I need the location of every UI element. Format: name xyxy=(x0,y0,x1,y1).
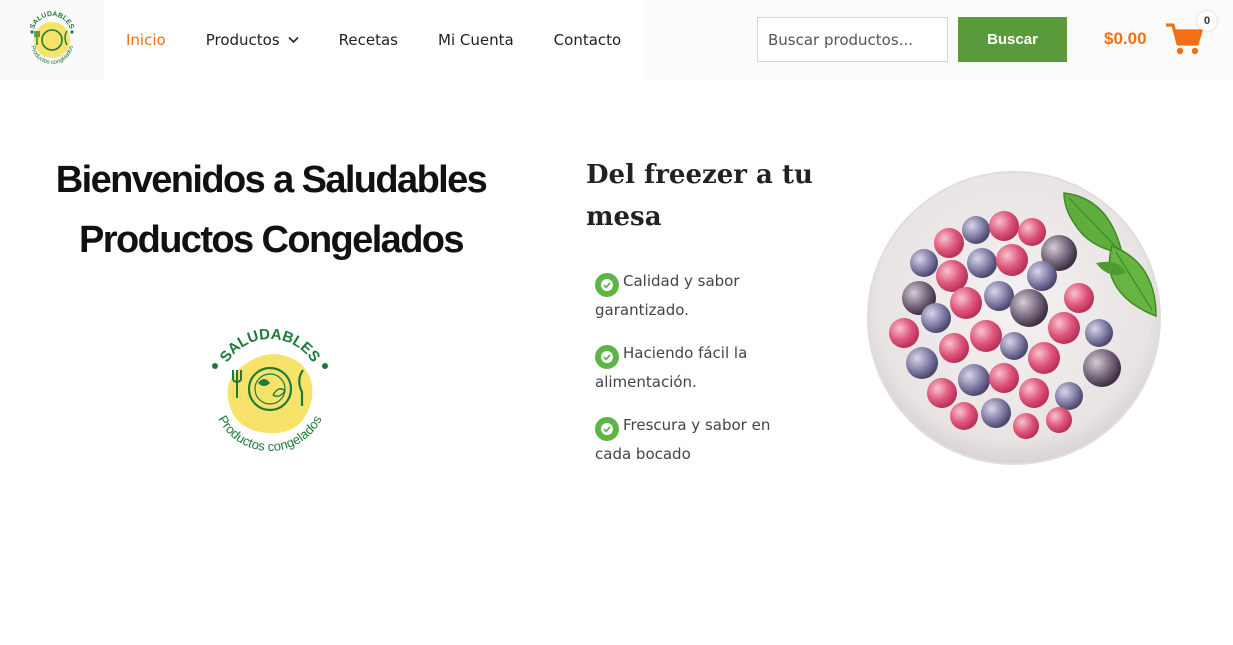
check-circle-icon xyxy=(595,417,619,441)
feature-text-line1: Frescura y sabor en xyxy=(623,416,771,434)
feature-item: Frescura y sabor en cada bocado xyxy=(595,412,795,467)
nav-item-label: Mi Cuenta xyxy=(438,31,514,49)
header-logo[interactable]: SALUDABLES Productos congelados xyxy=(0,0,104,80)
feature-text-line2: garantizado. xyxy=(595,301,689,319)
nav-item-mi-cuenta[interactable]: Mi Cuenta xyxy=(438,31,514,49)
feature-list: Calidad y sabor garantizado. Haciendo fá… xyxy=(595,268,795,484)
header-actions: Buscar $0.00 0 xyxy=(645,0,1233,80)
nav-item-label: Contacto xyxy=(553,31,622,49)
nav-item-label: Productos xyxy=(205,31,280,49)
hero-subtitle-line1: Del freezer a tu xyxy=(586,160,813,190)
feature-text-line1: Haciendo fácil la xyxy=(623,344,748,362)
feature-item: Calidad y sabor garantizado. xyxy=(595,268,795,323)
nav-item-recetas[interactable]: Recetas xyxy=(339,31,398,49)
frozen-berries-bowl-image xyxy=(867,171,1161,465)
cart-count-badge: 0 xyxy=(1197,11,1217,31)
main-nav: Inicio Productos Recetas Mi Cuenta Conta… xyxy=(104,0,645,80)
hero-subtitle: Del freezer a tu mesa xyxy=(586,154,836,238)
nav-item-label: Inicio xyxy=(126,31,166,49)
hero-title-line2: Productos Congelados xyxy=(79,219,465,261)
chevron-down-icon xyxy=(288,36,299,44)
cart-total[interactable]: $0.00 xyxy=(1104,29,1147,49)
nav-item-contacto[interactable]: Contacto xyxy=(554,31,622,49)
check-circle-icon xyxy=(595,273,619,297)
nav-item-inicio[interactable]: Inicio xyxy=(126,31,166,49)
hero-title: Bienvenidos a Saludables Productos Conge… xyxy=(40,150,502,270)
feature-item: Haciendo fácil la alimentación. xyxy=(595,340,795,395)
feature-text-line2: cada bocado xyxy=(595,445,691,463)
check-circle-icon xyxy=(595,345,619,369)
hero-subtitle-line2: mesa xyxy=(586,202,662,232)
feature-text-line2: alimentación. xyxy=(595,373,697,391)
search-input[interactable] xyxy=(757,17,948,62)
site-header: SALUDABLES Productos congelados Inicio P… xyxy=(0,0,1233,80)
nav-item-label: Recetas xyxy=(338,31,398,49)
nav-item-productos[interactable]: Productos xyxy=(206,31,299,49)
feature-text-line1: Calidad y sabor xyxy=(623,272,740,290)
hero-title-line1: Bienvenidos a Saludables xyxy=(55,159,488,201)
shopping-cart-icon[interactable] xyxy=(1165,22,1203,56)
saludables-logo-icon: SALUDABLES Productos congelados xyxy=(212,326,328,454)
saludables-logo-icon: SALUDABLES Productos congelados xyxy=(29,11,75,66)
search-button[interactable]: Buscar xyxy=(958,17,1067,62)
